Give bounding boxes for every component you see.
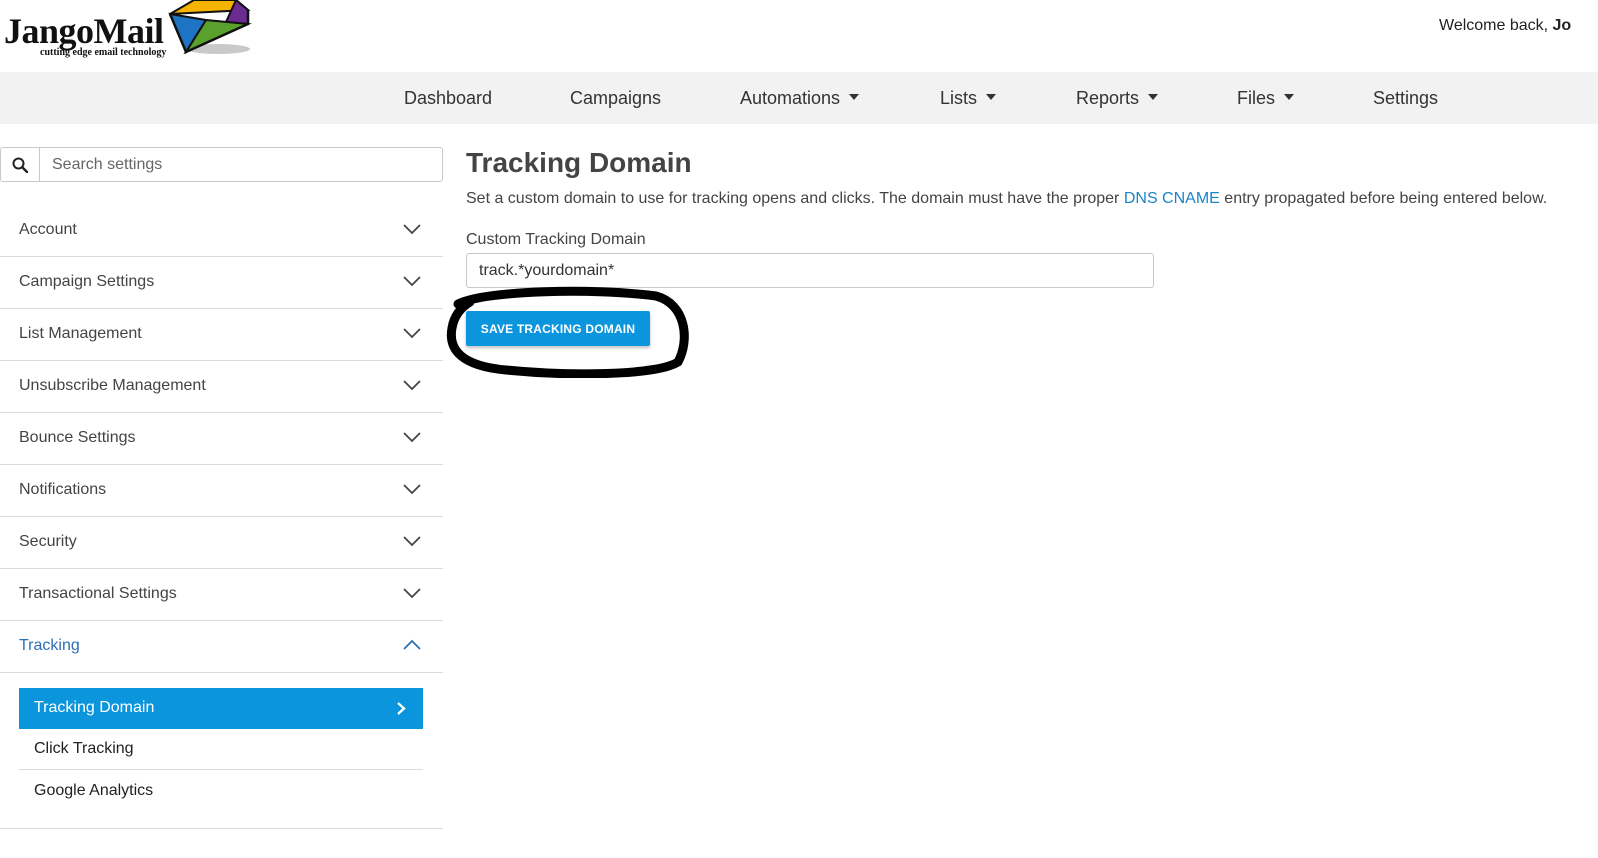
caret-down-icon bbox=[849, 94, 860, 100]
welcome-prefix: Welcome back, bbox=[1439, 17, 1553, 34]
sidebar-divider bbox=[0, 828, 443, 829]
search-icon bbox=[12, 157, 28, 173]
jangomail-logo[interactable]: JangoMail cutting edge email technology bbox=[4, 0, 254, 64]
nav-reports-label: Reports bbox=[1076, 88, 1140, 108]
nav-campaigns-label: Campaigns bbox=[570, 88, 662, 108]
sub-item-label: Click Tracking bbox=[34, 740, 134, 757]
sidebar-item-label: Tracking bbox=[19, 637, 80, 654]
nav-files-label: Files bbox=[1237, 88, 1276, 108]
caret-down-icon bbox=[986, 94, 997, 100]
sidebar-item-label: Security bbox=[19, 533, 77, 550]
search-button[interactable] bbox=[1, 148, 40, 181]
sidebar-item-list-management[interactable]: List Management bbox=[0, 309, 443, 361]
nav-lists-label: Lists bbox=[940, 88, 978, 108]
chevron-up-icon bbox=[403, 639, 421, 650]
page-description: Set a custom domain to use for tracking … bbox=[466, 190, 1547, 208]
logo-tagline: cutting edge email technology bbox=[40, 47, 167, 58]
description-text: Set a custom domain to use for tracking … bbox=[466, 190, 1124, 207]
nav-automations-label: Automations bbox=[740, 88, 841, 108]
sidebar-item-account[interactable]: Account bbox=[0, 205, 443, 257]
caret-down-icon bbox=[1284, 94, 1295, 100]
custom-tracking-domain-label: Custom Tracking Domain bbox=[466, 231, 646, 248]
sidebar-item-transactional-settings[interactable]: Transactional Settings bbox=[0, 569, 443, 621]
sidebar-item-label: List Management bbox=[19, 325, 142, 342]
sidebar-item-bounce-settings[interactable]: Bounce Settings bbox=[0, 413, 443, 465]
search-settings-input[interactable] bbox=[41, 148, 441, 181]
chevron-down-icon bbox=[403, 276, 421, 287]
welcome-username[interactable]: Jo bbox=[1553, 17, 1572, 34]
sidebar-item-notifications[interactable]: Notifications bbox=[0, 465, 443, 517]
chevron-down-icon bbox=[403, 380, 421, 391]
sidebar-item-label: Notifications bbox=[19, 481, 107, 498]
sub-item-click-tracking[interactable]: Click Tracking bbox=[19, 729, 423, 770]
settings-search bbox=[0, 147, 443, 182]
nav-files[interactable]: Files bbox=[1237, 88, 1295, 109]
custom-tracking-domain-input[interactable] bbox=[466, 253, 1154, 288]
description-text-end: entry propagated before being entered be… bbox=[1219, 190, 1548, 207]
nav-automations[interactable]: Automations bbox=[740, 88, 860, 109]
sub-item-tracking-domain[interactable]: Tracking Domain bbox=[19, 688, 423, 729]
sidebar-item-label: Campaign Settings bbox=[19, 273, 155, 290]
chevron-down-icon bbox=[403, 588, 421, 599]
header: JangoMail cutting edge email technology … bbox=[0, 0, 1598, 72]
nav-dashboard-label: Dashboard bbox=[404, 88, 493, 108]
sidebar-item-label: Bounce Settings bbox=[19, 429, 136, 446]
sidebar-item-label: Transactional Settings bbox=[19, 585, 177, 602]
sidebar-item-campaign-settings[interactable]: Campaign Settings bbox=[0, 257, 443, 309]
page-title: Tracking Domain bbox=[466, 147, 692, 178]
nav-dashboard[interactable]: Dashboard bbox=[404, 88, 492, 109]
nav-reports[interactable]: Reports bbox=[1076, 88, 1159, 109]
logo-envelope-icon bbox=[168, 0, 252, 55]
sub-item-google-analytics[interactable]: Google Analytics bbox=[19, 771, 423, 812]
sidebar-item-label: Account bbox=[19, 221, 77, 238]
chevron-down-icon bbox=[403, 484, 421, 495]
sub-item-label: Tracking Domain bbox=[34, 699, 155, 716]
dns-cname-link[interactable]: DNS CNAME bbox=[1124, 190, 1220, 207]
welcome-message: Welcome back, Jo bbox=[1439, 17, 1571, 35]
logo-text: JangoMail bbox=[4, 11, 164, 51]
chevron-down-icon bbox=[403, 328, 421, 339]
chevron-right-icon bbox=[397, 702, 406, 715]
chevron-down-icon bbox=[403, 224, 421, 235]
sidebar-item-tracking[interactable]: Tracking bbox=[0, 621, 443, 673]
sidebar-item-security[interactable]: Security bbox=[0, 517, 443, 569]
sub-item-label: Google Analytics bbox=[34, 782, 154, 799]
main-navbar: Dashboard Campaigns Automations Lists Re… bbox=[0, 72, 1598, 124]
nav-settings-label: Settings bbox=[1373, 88, 1439, 108]
chevron-down-icon bbox=[403, 432, 421, 443]
sidebar-item-label: Unsubscribe Management bbox=[19, 377, 206, 394]
nav-settings[interactable]: Settings bbox=[1373, 88, 1438, 109]
save-tracking-domain-button[interactable]: SAVE TRACKING DOMAIN bbox=[466, 311, 650, 346]
caret-down-icon bbox=[1148, 94, 1159, 100]
sidebar-item-unsubscribe-management[interactable]: Unsubscribe Management bbox=[0, 361, 443, 413]
nav-lists[interactable]: Lists bbox=[940, 88, 997, 109]
chevron-down-icon bbox=[403, 536, 421, 547]
nav-campaigns[interactable]: Campaigns bbox=[570, 88, 661, 109]
